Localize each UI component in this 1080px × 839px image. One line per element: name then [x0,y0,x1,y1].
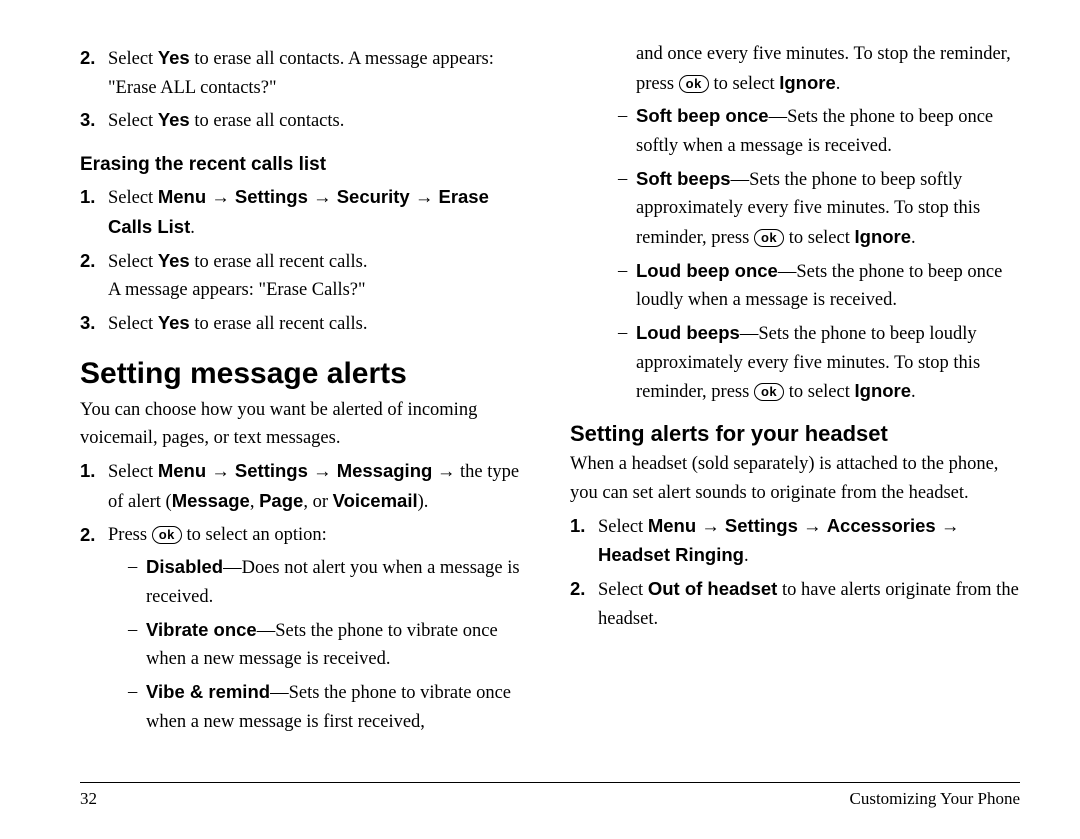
list-item: 1. Select Menu → Settings → Messaging → … [80,457,530,516]
manual-page: 2. Select Yes to erase all contacts. A m… [0,0,1080,839]
step-number: 1. [80,457,108,516]
step-text: Select Yes to erase all recent calls. [108,309,530,339]
list-item: 2. Select Yes to erase all contacts. A m… [80,44,530,102]
page-number: 32 [80,789,97,809]
step-number: 2. [80,521,108,741]
intro-paragraph: You can choose how you want be alerted o… [80,396,530,453]
step-number: 3. [80,309,108,339]
list-item: Vibe & remind—Sets the phone to vibrate … [128,678,530,736]
list-item: Vibrate once—Sets the phone to vibrate o… [128,616,530,674]
right-column: and once every five minutes. To stop the… [570,40,1020,760]
step-number: 2. [80,44,108,102]
list-item: 2. Press ok to select an option: Disable… [80,521,530,741]
ok-button-icon: ok [679,75,709,93]
list-item: 2. Select Yes to erase all recent calls.… [80,247,530,305]
list-item: 1. Select Menu → Settings → Security → E… [80,183,530,242]
chapter-title: Customizing Your Phone [850,789,1021,809]
left-column: 2. Select Yes to erase all contacts. A m… [80,40,530,760]
headset-steps: 1. Select Menu → Settings → Accessories … [570,512,1020,634]
list-item: 3. Select Yes to erase all recent calls. [80,309,530,339]
list-item: Loud beeps—Sets the phone to beep loudly… [618,319,1020,407]
step-text: Select Yes to erase all contacts. [108,106,530,136]
list-item: Soft beeps—Sets the phone to beep softly… [618,165,1020,253]
headset-intro-paragraph: When a headset (sold separately) is atta… [570,450,1020,507]
step-number: 2. [80,247,108,305]
ok-button-icon: ok [152,526,182,544]
list-item: Loud beep once—Sets the phone to beep on… [618,257,1020,315]
erase-calls-steps: 1. Select Menu → Settings → Security → E… [80,183,530,338]
step-text: Press ok to select an option: Disabled—D… [108,521,530,741]
alert-options-left: Disabled—Does not alert you when a messa… [108,553,530,736]
heading-headset-alerts: Setting alerts for your headset [570,421,1020,446]
step-number: 1. [570,512,598,571]
two-column-layout: 2. Select Yes to erase all contacts. A m… [80,40,1020,760]
step-text: Select Out of headset to have alerts ori… [598,575,1020,633]
erase-contacts-steps: 2. Select Yes to erase all contacts. A m… [80,44,530,136]
alert-options-right: Soft beep once—Sets the phone to beep on… [570,102,1020,407]
step-text: Select Menu → Settings → Security → Eras… [108,183,530,242]
step-text: Select Menu → Settings → Accessories → H… [598,512,1020,571]
ok-button-icon: ok [754,383,784,401]
list-item: 2. Select Out of headset to have alerts … [570,575,1020,633]
continuation-block: and once every five minutes. To stop the… [570,40,1020,98]
heading-setting-message-alerts: Setting message alerts [80,357,530,390]
page-footer: 32 Customizing Your Phone [80,782,1020,809]
list-item: Soft beep once—Sets the phone to beep on… [618,102,1020,160]
step-number: 2. [570,575,598,633]
list-item: 1. Select Menu → Settings → Accessories … [570,512,1020,571]
step-number: 1. [80,183,108,242]
heading-erasing-recent-calls: Erasing the recent calls list [80,150,530,179]
list-item: 3. Select Yes to erase all contacts. [80,106,530,136]
list-item: Disabled—Does not alert you when a messa… [128,553,530,611]
alert-steps: 1. Select Menu → Settings → Messaging → … [80,457,530,740]
ok-button-icon: ok [754,229,784,247]
step-number: 3. [80,106,108,136]
step-text: Select Menu → Settings → Messaging → the… [108,457,530,516]
step-text: Select Yes to erase all recent calls. A … [108,247,530,305]
step-text: Select Yes to erase all contacts. A mess… [108,44,530,102]
